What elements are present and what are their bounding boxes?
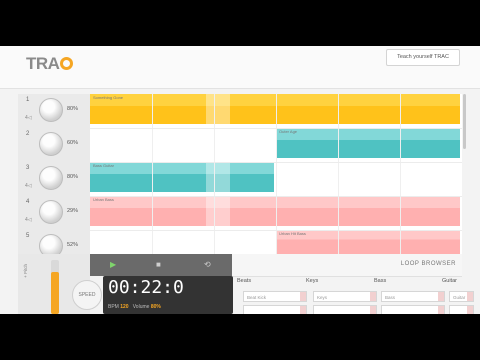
browser-select[interactable]: Beat Kick [243,291,307,302]
loop-browser-title: LOOP BROWSER [400,261,456,267]
pitch-slider-label: + Pitch [23,264,28,278]
loop-clip[interactable]: Something Gone [90,94,460,124]
track-row: 2 60% [18,128,90,162]
timeline-grid[interactable]: Something Gone Outer Age Bass Guitar Urban … [90,94,462,254]
loop-clip[interactable]: Urban Bass [90,196,460,226]
track-number: 1 [26,97,30,103]
track-volume-knob[interactable] [39,200,63,224]
vertical-scrollbar[interactable] [463,94,466,149]
clock-time: 00:22:0 [108,277,184,298]
grid-row-line [90,162,462,163]
loop-clip[interactable]: Urban Hit Bass [276,230,460,254]
track-row: 4 4◁ 29% [18,196,90,230]
browser-select[interactable]: Bass [381,291,445,302]
app-window: TRA Teach yourself TRAC 1 4◁ 80% 2 60% 3 4◁ 80%… [0,46,480,314]
browser-column-header[interactable]: Guitar [442,278,457,284]
browser-column-header[interactable]: Beats [237,278,251,284]
pitch-slider[interactable] [51,260,59,314]
track-row: 3 4◁ 80% [18,162,90,196]
chevron-down-icon [467,306,473,314]
track-volume-value: 29% [67,208,79,214]
clip-label: Something Gone [93,95,124,100]
track-number: 5 [26,233,30,239]
browser-select-row[interactable] [313,305,377,314]
browser-column-header[interactable]: Keys [306,278,318,284]
grid-row-line [90,128,462,129]
teach-yourself-button[interactable]: Teach yourself TRAC [386,49,460,66]
stop-icon[interactable]: ■ [156,260,161,269]
transport-bar: ▶ ■ ⟲ [90,254,232,276]
track-row: 1 4◁ 80% [18,94,90,128]
track-volume-value: 80% [67,174,79,180]
trac-logo: TRA [26,54,74,74]
browser-select-row[interactable] [243,305,307,314]
track-volume-knob[interactable] [39,166,63,190]
grid-row-line [90,196,462,197]
grid-row-line [90,230,462,231]
track-volume-value: 52% [67,242,79,248]
clip-label: Bass Guitar [93,163,114,168]
clip-label: Outer Age [279,129,298,134]
track-mute-icon[interactable]: 4◁ [25,217,32,223]
track-volume-value: 60% [67,140,79,146]
chevron-down-icon [467,292,473,301]
chevron-down-icon [370,292,376,301]
browser-select-row[interactable] [381,305,445,314]
track-sidebar: 1 4◁ 80% 2 60% 3 4◁ 80% 4 4◁ 29% 5 52% [18,94,90,258]
speed-knob[interactable]: SPEED [72,280,102,310]
loop-browser-header: LOOP BROWSER [232,254,462,277]
track-number: 4 [26,199,30,205]
track-number: 3 [26,165,30,171]
clip-label: Urban Hit Bass [279,231,306,236]
track-volume-knob[interactable] [39,98,63,122]
browser-select-row[interactable] [449,305,474,314]
chevron-down-icon [300,306,306,314]
browser-select[interactable]: Guitar Long [449,291,474,311]
loop-clip[interactable]: Outer Age [276,128,460,158]
clip-label: Urban Bass [93,197,114,202]
browser-column-header[interactable]: Bass [374,278,386,284]
pitch-speed-panel: + Pitch SPEED [18,254,102,314]
track-volume-knob[interactable] [39,132,63,156]
chevron-down-icon [438,306,444,314]
play-icon[interactable]: ▶ [110,260,116,269]
chevron-down-icon [438,292,444,301]
track-mute-icon[interactable]: 4◁ [25,183,32,189]
track-mute-icon[interactable]: 4◁ [25,115,32,121]
track-number: 2 [26,131,30,137]
time-display: 00:22:0 BPM 120 Volume 80% [103,276,233,314]
browser-select[interactable]: Keys [313,291,377,302]
pitch-slider-fill [51,271,59,314]
track-volume-value: 80% [67,106,79,112]
logo-o-icon [60,57,74,70]
top-bar: TRA Teach yourself TRAC [0,46,480,89]
loop-icon[interactable]: ⟲ [204,260,211,269]
loop-clip[interactable]: Bass Guitar [90,162,274,192]
chevron-down-icon [370,306,376,314]
clock-meta: BPM 120 Volume 80% [108,304,161,310]
chevron-down-icon [300,292,306,301]
